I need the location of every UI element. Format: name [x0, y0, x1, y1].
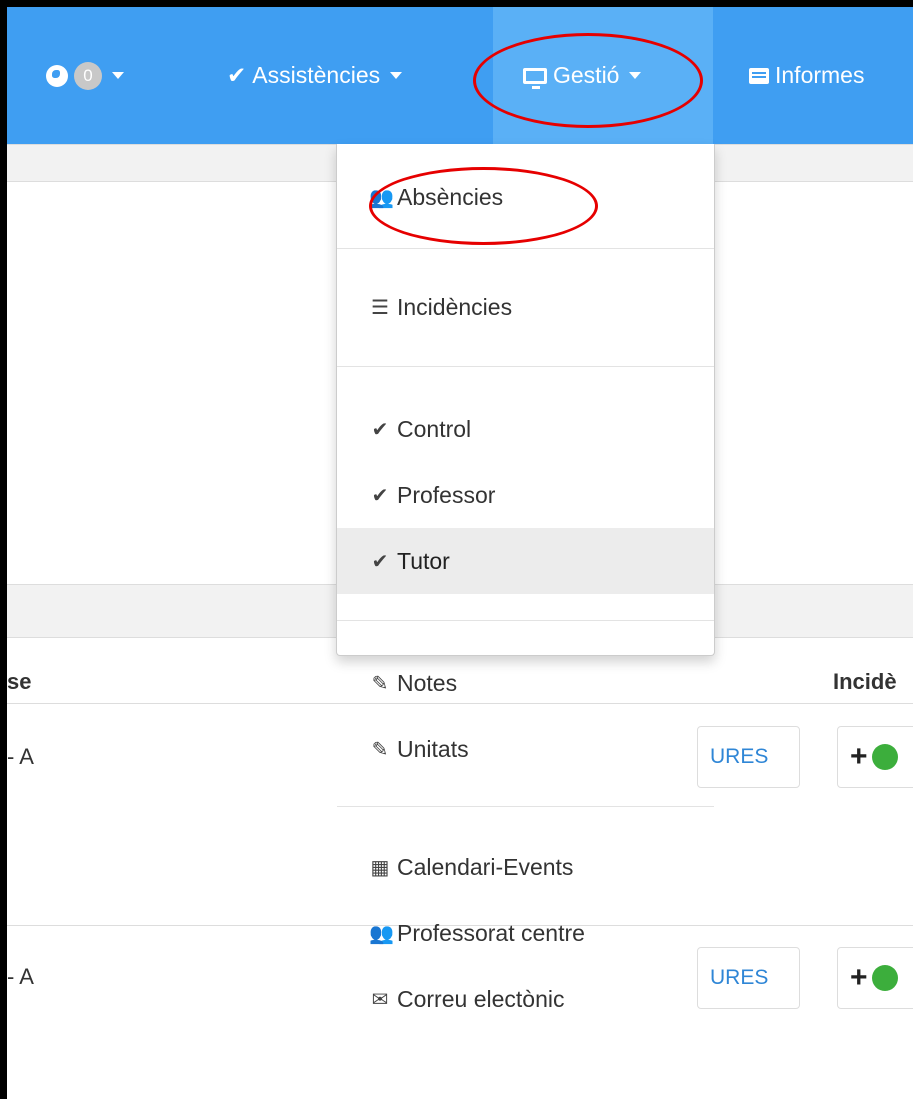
nav-informes-label: Informes [775, 62, 865, 88]
notifications-menu[interactable]: 0 [46, 7, 124, 144]
top-navbar: 0 ✔ Assistències Gestió Informes [7, 7, 913, 144]
column-header-incidencies: Incidè [833, 669, 897, 694]
menu-divider [337, 806, 714, 807]
table-cell-class: - A [7, 744, 34, 769]
menu-divider [337, 620, 714, 621]
envelope-icon: ✉ [371, 988, 389, 1011]
check-icon: ✔ [371, 418, 389, 441]
menu-item-label: Control [397, 415, 472, 442]
menu-item-label: Correu electònic [397, 985, 565, 1012]
list-icon: ☰ [371, 296, 389, 319]
menu-item-calendari-events[interactable]: ▦ Calendari-Events [337, 834, 714, 900]
table-cell-class: - A [7, 964, 34, 989]
nav-assistencies[interactable]: ✔ Assistències [227, 7, 403, 144]
annotation-circle-gestio [473, 33, 703, 128]
menu-item-unitats[interactable]: ✎ Unitats [337, 716, 714, 782]
check-icon: ✔ [371, 484, 389, 507]
menu-item-label: Unitats [397, 735, 469, 762]
chevron-down-icon [390, 72, 403, 79]
menu-item-correu-electonic[interactable]: ✉ Correu electònic [337, 966, 714, 1032]
menu-item-label: Professor [397, 481, 496, 508]
menu-item-notes[interactable]: ✎ Notes [337, 650, 714, 716]
plus-icon: + [850, 740, 868, 773]
menu-item-professor[interactable]: ✔ Professor [337, 462, 714, 528]
nav-assistencies-label: Assistències [252, 62, 381, 88]
menu-item-label: Tutor [397, 547, 450, 574]
add-incidencia-button[interactable]: + [837, 726, 913, 788]
menu-item-label: Notes [397, 669, 458, 696]
menu-item-professorat-centre[interactable]: 👥 Professorat centre [337, 900, 714, 966]
check-icon: ✔ [227, 62, 247, 88]
annotation-circle-absencies [369, 167, 598, 245]
users-icon: 👥 [369, 922, 394, 945]
edit-icon: ✎ [371, 738, 389, 761]
notifications-badge: 0 [74, 61, 102, 90]
page: 0 ✔ Assistències Gestió Informes se Inci… [7, 7, 913, 1099]
menu-divider [337, 366, 714, 367]
chevron-down-icon [112, 72, 124, 79]
list-alt-icon [749, 67, 769, 84]
menu-item-label: Professorat centre [397, 919, 585, 946]
menu-divider [337, 248, 714, 249]
status-dot [871, 965, 898, 991]
check-icon: ✔ [371, 550, 389, 573]
plus-icon: + [850, 961, 868, 994]
edit-icon: ✎ [371, 672, 389, 695]
grid-icon: ▦ [370, 856, 390, 879]
globe-icon [46, 64, 68, 87]
menu-item-label: Calendari-Events [397, 853, 574, 880]
menu-item-tutor[interactable]: ✔ Tutor [337, 528, 714, 594]
menu-item-control[interactable]: ✔ Control [337, 396, 714, 462]
status-dot [871, 744, 898, 770]
menu-item-incidencies[interactable]: ☰ Incidències [337, 274, 714, 340]
column-header-class: se [7, 669, 32, 694]
add-incidencia-button[interactable]: + [837, 947, 913, 1009]
menu-item-label: Incidències [397, 293, 513, 320]
nav-informes[interactable]: Informes [749, 7, 864, 144]
